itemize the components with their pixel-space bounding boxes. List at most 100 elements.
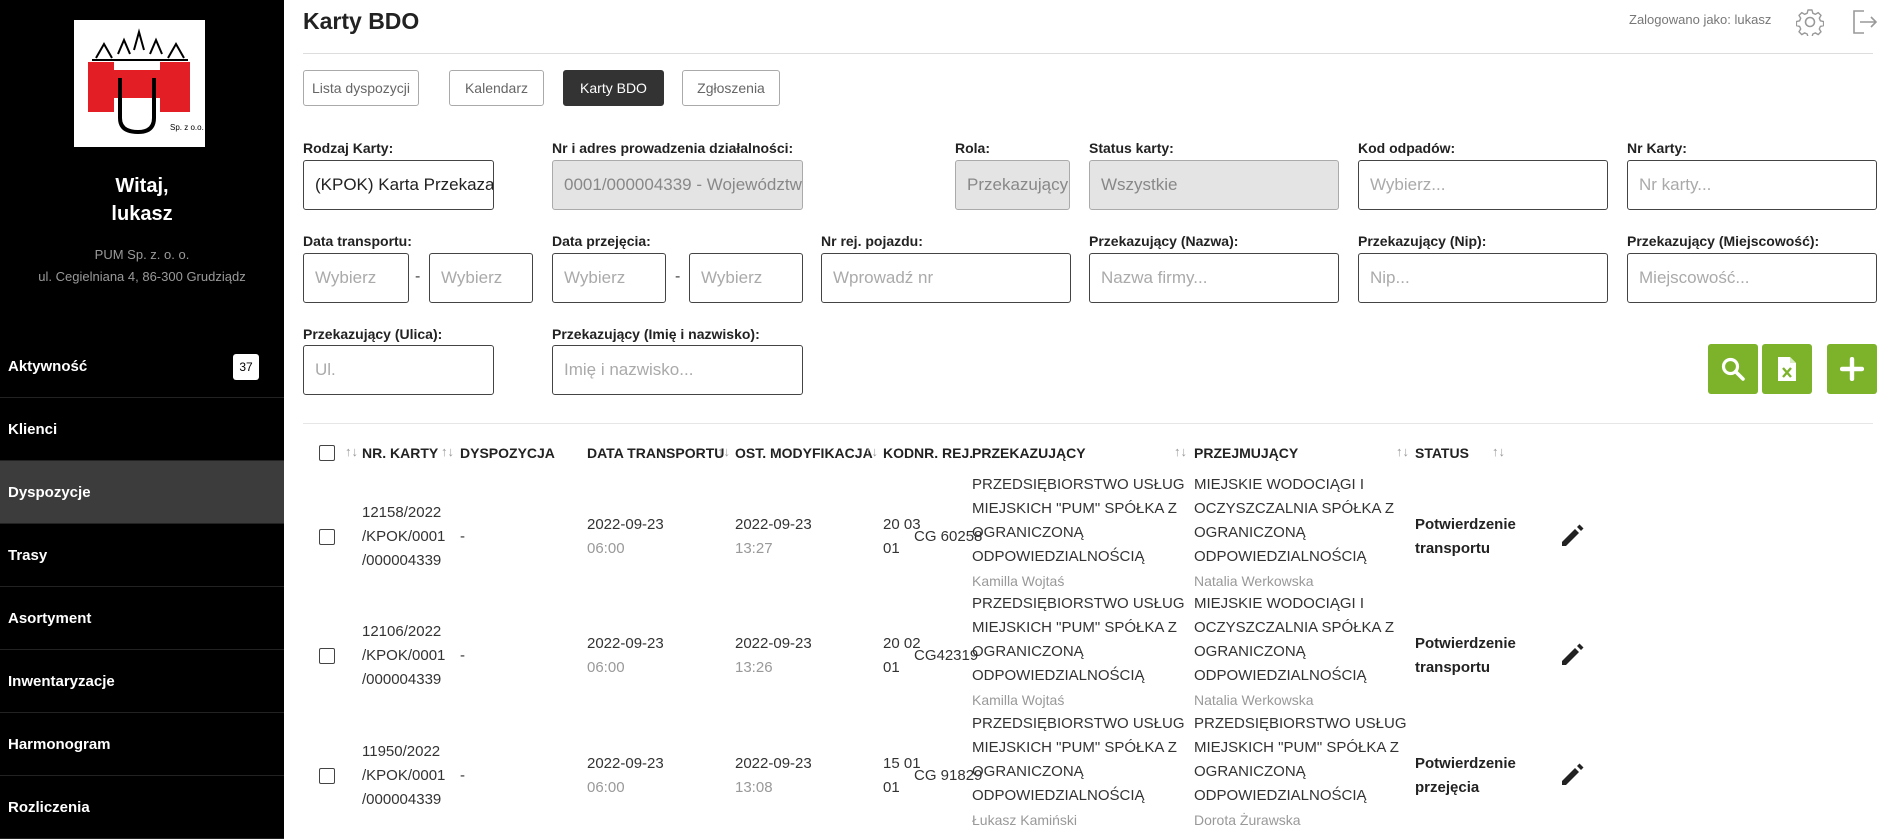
sidebar-item-rozliczenia[interactable]: Rozliczenia (0, 776, 284, 839)
company-name-line: MIEJSKICH "PUM" SPÓŁKA Z (972, 739, 1177, 756)
card-number-cell[interactable]: 12158/2022 /KPOK/0001 /000004339 (362, 501, 445, 573)
sidebar-item-klienci[interactable]: Klienci (0, 398, 284, 461)
data-transportu-label: Data transportu: (303, 233, 412, 249)
search-icon (1721, 357, 1745, 381)
plus-icon (1840, 357, 1864, 381)
sidebar-item-harmonogram[interactable]: Harmonogram (0, 713, 284, 776)
card-number-part: /000004339 (362, 671, 442, 688)
sidebar-item-aktywnosc[interactable]: Aktywność 37 (0, 335, 284, 398)
data-przejecia-label: Data przejęcia: (552, 233, 651, 249)
sort-icon[interactable]: ↑↓ (1396, 444, 1409, 459)
sidebar-item-dyspozycje[interactable]: Dyspozycje (0, 461, 284, 524)
dyspozycja-cell: - (460, 528, 465, 545)
card-number-part: /000004339 (362, 552, 442, 569)
sort-icon[interactable]: ↑↓ (441, 444, 454, 459)
card-number-cell[interactable]: 11950/2022 /KPOK/0001 /000004339 (362, 740, 445, 812)
select-all-checkbox[interactable] (319, 445, 335, 461)
company-logo: Sp. z o.o. (74, 20, 205, 147)
data-przejecia-to-input[interactable]: Wybierz (689, 253, 803, 303)
data-transportu-from-input[interactable]: Wybierz (303, 253, 409, 303)
row-checkbox[interactable] (319, 648, 335, 664)
company-name-line: OGRANICZONĄ (1194, 524, 1306, 541)
company-name-line: ODPOWIEDZIALNOŚCIĄ (972, 548, 1145, 565)
dyspozycja-cell: - (460, 767, 465, 784)
przekazujacy-nazwa-input[interactable]: Nazwa firmy... (1089, 253, 1339, 303)
row-checkbox[interactable] (319, 768, 335, 784)
status-karty-select[interactable]: Wszystkie (1089, 160, 1339, 210)
rodzaj-karty-select[interactable]: (KPOK) Karta Przekazania O (303, 160, 494, 210)
row-checkbox[interactable] (319, 529, 335, 545)
sidebar-item-label: Trasy (8, 547, 48, 564)
column-header-kod[interactable]: KOD (883, 445, 914, 461)
column-header-nr-rej[interactable]: NR. REJ. (914, 445, 973, 461)
column-header-dyspozycja[interactable]: DYSPOZYCJA (460, 445, 555, 461)
data-przejecia-from-input[interactable]: Wybierz (552, 253, 666, 303)
receiving-party-cell: MIEJSKIE WODOCIĄGI I OCZYSZCZALNIA SPÓŁK… (1194, 592, 1394, 712)
sort-icon[interactable]: ↑↓ (717, 444, 730, 459)
column-header-nr-karty[interactable]: NR. KARTY (362, 445, 438, 461)
column-header-ost-modyfikacja[interactable]: OST. MODYFIKACJA (735, 445, 873, 461)
sidebar-item-asortyment[interactable]: Asortyment (0, 587, 284, 650)
company-name-line: PRZEDSIĘBIORSTWO USŁUG (1194, 715, 1407, 732)
sidebar-item-trasy[interactable]: Trasy (0, 524, 284, 587)
modification-date: 2022-09-23 (735, 755, 812, 772)
dyspozycja-cell: - (460, 647, 465, 664)
przekazujacy-miejscowosc-input[interactable]: Miejscowość... (1627, 253, 1877, 303)
transferring-party-cell: PRZEDSIĘBIORSTWO USŁUG MIEJSKICH "PUM" S… (972, 712, 1185, 832)
pencil-icon[interactable] (1559, 642, 1585, 668)
column-header-data-transportu[interactable]: DATA TRANSPORTU (587, 445, 724, 461)
sort-icon[interactable]: ↑↓ (1492, 444, 1505, 459)
sidebar-item-inwentaryzacje[interactable]: Inwentaryzacje (0, 650, 284, 713)
logout-icon[interactable] (1850, 8, 1878, 36)
status-karty-label: Status karty: (1089, 140, 1174, 156)
date-range-separator: - (415, 268, 421, 285)
greeting: Witaj, lukasz (0, 172, 284, 228)
pencil-icon[interactable] (1559, 523, 1585, 549)
company-name-line: ODPOWIEDZIALNOŚCIĄ (972, 787, 1145, 804)
tab-zgloszenia[interactable]: Zgłoszenia (682, 70, 780, 106)
column-header-status[interactable]: STATUS (1415, 445, 1469, 461)
person-name: Łukasz Kamiński (972, 812, 1078, 828)
kod-odpadow-select[interactable]: Wybierz... (1358, 160, 1608, 210)
sidebar-item-label: Aktywność (8, 358, 88, 375)
sort-icon[interactable]: ↑↓ (345, 444, 358, 459)
transport-date: 2022-09-23 (587, 635, 664, 652)
transport-date: 2022-09-23 (587, 516, 664, 533)
przekazujacy-nip-input[interactable]: Nip... (1358, 253, 1608, 303)
nr-karty-label: Nr Karty: (1627, 140, 1687, 156)
sort-icon[interactable]: ↑↓ (865, 444, 878, 459)
card-number-cell[interactable]: 12106/2022 /KPOK/0001 /000004339 (362, 620, 445, 692)
column-header-przejmujacy[interactable]: PRZEJMUJĄCY (1194, 445, 1298, 461)
transport-time: 06:00 (587, 540, 625, 557)
sidebar-item-label: Inwentaryzacje (8, 673, 115, 690)
status-cell: Potwierdzenie transportu (1415, 632, 1516, 680)
column-header-przekazujacy[interactable]: PRZEKAZUJĄCY (972, 445, 1086, 461)
data-transportu-to-input[interactable]: Wybierz (429, 253, 533, 303)
tab-karty-bdo[interactable]: Karty BDO (563, 70, 664, 106)
przekazujacy-miejscowosc-label: Przekazujący (Miejscowość): (1627, 233, 1820, 249)
greeting-line: Witaj, (115, 175, 169, 197)
receiving-party-cell: PRZEDSIĘBIORSTWO USŁUG MIEJSKICH "PUM" S… (1194, 712, 1407, 832)
sidebar-item-label: Asortyment (8, 610, 92, 627)
search-button[interactable] (1708, 344, 1758, 394)
status-line: transportu (1415, 659, 1490, 676)
tab-kalendarz[interactable]: Kalendarz (449, 70, 544, 106)
nr-rej-input[interactable]: Wprowadź nr (821, 253, 1071, 303)
transport-time: 06:00 (587, 779, 625, 796)
add-card-button[interactable] (1827, 344, 1877, 394)
pencil-icon[interactable] (1559, 762, 1585, 788)
export-excel-button[interactable] (1762, 344, 1812, 394)
gear-icon[interactable] (1796, 8, 1824, 36)
status-line: przejęcia (1415, 779, 1480, 796)
tab-lista-dyspozycji[interactable]: Lista dyspozycji (303, 70, 419, 106)
nr-karty-input[interactable]: Nr karty... (1627, 160, 1877, 210)
person-name: Dorota Żurawska (1194, 812, 1301, 828)
receiving-party-cell: MIEJSKIE WODOCIĄGI I OCZYSZCZALNIA SPÓŁK… (1194, 473, 1394, 593)
greeting-username: lukasz (111, 203, 173, 225)
sidebar-item-label: Klienci (8, 421, 58, 438)
page-title: Karty BDO (303, 8, 420, 34)
status-cell: Potwierdzenie transportu (1415, 513, 1516, 561)
przekazujacy-imie-input[interactable]: Imię i nazwisko... (552, 345, 803, 395)
sort-icon[interactable]: ↑↓ (1174, 444, 1187, 459)
przekazujacy-ulica-input[interactable]: Ul. (303, 345, 494, 395)
